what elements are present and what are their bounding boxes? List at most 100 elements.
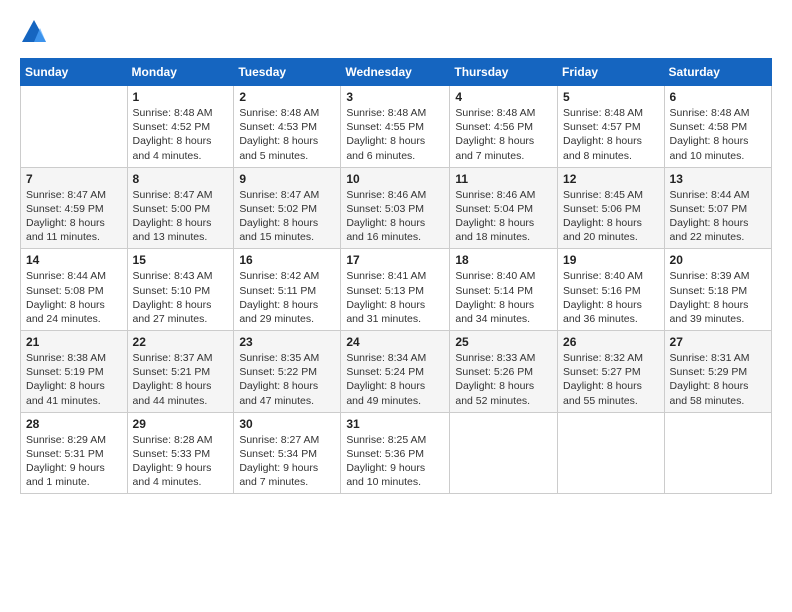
calendar-cell: 1 Sunrise: 8:48 AMSunset: 4:52 PMDaylight…	[127, 86, 234, 168]
calendar-cell	[558, 412, 665, 494]
day-number: 7	[26, 172, 122, 186]
calendar-cell: 24Sunrise: 8:34 AMSunset: 5:24 PMDayligh…	[341, 331, 450, 413]
day-info: Sunrise: 8:28 AMSunset: 5:33 PMDaylight:…	[133, 433, 229, 490]
day-number: 30	[239, 417, 335, 431]
calendar-cell: 13 Sunrise: 8:44 AMSunset: 5:07 PMDayligh…	[664, 167, 771, 249]
calendar-week-row: 7Sunrise: 8:47 AMSunset: 4:59 PMDaylight…	[21, 167, 772, 249]
day-info: Sunrise: 8:48 AMSunset: 4:52 PMDaylight:…	[133, 106, 229, 163]
calendar-cell: 10 Sunrise: 8:46 AMSunset: 5:03 PMDayligh…	[341, 167, 450, 249]
day-number: 16	[239, 253, 335, 267]
day-number: 6	[670, 90, 766, 104]
day-info: Sunrise: 8:47 AMSunset: 5:00 PMDaylight:…	[133, 188, 229, 245]
day-number: 28	[26, 417, 122, 431]
day-info: Sunrise: 8:46 AMSunset: 5:04 PMDaylight:…	[455, 188, 552, 245]
header-day: Wednesday	[341, 59, 450, 86]
calendar-cell: 20 Sunrise: 8:39 AMSunset: 5:18 PMDayligh…	[664, 249, 771, 331]
calendar-cell: 2 Sunrise: 8:48 AMSunset: 4:53 PMDaylight…	[234, 86, 341, 168]
calendar-cell: 16 Sunrise: 8:42 AMSunset: 5:11 PMDayligh…	[234, 249, 341, 331]
calendar-cell: 22Sunrise: 8:37 AMSunset: 5:21 PMDayligh…	[127, 331, 234, 413]
day-number: 25	[455, 335, 552, 349]
calendar-cell: 5 Sunrise: 8:48 AMSunset: 4:57 PMDaylight…	[558, 86, 665, 168]
day-info: Sunrise: 8:34 AMSunset: 5:24 PMDaylight:…	[346, 351, 444, 408]
day-number: 26	[563, 335, 659, 349]
page: SundayMondayTuesdayWednesdayThursdayFrid…	[0, 0, 792, 504]
calendar-cell: 19 Sunrise: 8:40 AMSunset: 5:16 PMDayligh…	[558, 249, 665, 331]
calendar-cell: 15 Sunrise: 8:43 AMSunset: 5:10 PMDayligh…	[127, 249, 234, 331]
day-info: Sunrise: 8:25 AMSunset: 5:36 PMDaylight:…	[346, 433, 444, 490]
day-info: Sunrise: 8:42 AMSunset: 5:11 PMDaylight:…	[239, 269, 335, 326]
calendar-cell: 26 Sunrise: 8:32 AMSunset: 5:27 PMDayligh…	[558, 331, 665, 413]
day-number: 14	[26, 253, 122, 267]
calendar-cell: 31Sunrise: 8:25 AMSunset: 5:36 PMDayligh…	[341, 412, 450, 494]
day-info: Sunrise: 8:33 AMSunset: 5:26 PMDaylight:…	[455, 351, 552, 408]
day-info: Sunrise: 8:31 AMSunset: 5:29 PMDaylight:…	[670, 351, 766, 408]
header	[20, 18, 772, 46]
day-info: Sunrise: 8:32 AMSunset: 5:27 PMDaylight:…	[563, 351, 659, 408]
calendar-cell: 4 Sunrise: 8:48 AMSunset: 4:56 PMDaylight…	[450, 86, 558, 168]
calendar-week-row: 21 Sunrise: 8:38 AMSunset: 5:19 PMDayligh…	[21, 331, 772, 413]
day-number: 8	[133, 172, 229, 186]
logo-icon	[20, 18, 48, 46]
day-number: 29	[133, 417, 229, 431]
calendar-cell: 11 Sunrise: 8:46 AMSunset: 5:04 PMDayligh…	[450, 167, 558, 249]
day-number: 13	[670, 172, 766, 186]
day-number: 2	[239, 90, 335, 104]
calendar-cell: 6 Sunrise: 8:48 AMSunset: 4:58 PMDaylight…	[664, 86, 771, 168]
header-day: Sunday	[21, 59, 128, 86]
day-number: 21	[26, 335, 122, 349]
day-number: 5	[563, 90, 659, 104]
day-info: Sunrise: 8:35 AMSunset: 5:22 PMDaylight:…	[239, 351, 335, 408]
day-number: 1	[133, 90, 229, 104]
day-number: 23	[239, 335, 335, 349]
calendar-cell: 17 Sunrise: 8:41 AMSunset: 5:13 PMDayligh…	[341, 249, 450, 331]
day-info: Sunrise: 8:40 AMSunset: 5:16 PMDaylight:…	[563, 269, 659, 326]
day-info: Sunrise: 8:43 AMSunset: 5:10 PMDaylight:…	[133, 269, 229, 326]
day-info: Sunrise: 8:45 AMSunset: 5:06 PMDaylight:…	[563, 188, 659, 245]
header-day: Thursday	[450, 59, 558, 86]
calendar-cell: 21 Sunrise: 8:38 AMSunset: 5:19 PMDayligh…	[21, 331, 128, 413]
header-day: Monday	[127, 59, 234, 86]
calendar-week-row: 14Sunrise: 8:44 AMSunset: 5:08 PMDayligh…	[21, 249, 772, 331]
day-info: Sunrise: 8:48 AMSunset: 4:55 PMDaylight:…	[346, 106, 444, 163]
day-number: 12	[563, 172, 659, 186]
day-info: Sunrise: 8:48 AMSunset: 4:53 PMDaylight:…	[239, 106, 335, 163]
calendar-cell: 9Sunrise: 8:47 AMSunset: 5:02 PMDaylight…	[234, 167, 341, 249]
day-info: Sunrise: 8:29 AMSunset: 5:31 PMDaylight:…	[26, 433, 122, 490]
day-info: Sunrise: 8:39 AMSunset: 5:18 PMDaylight:…	[670, 269, 766, 326]
logo	[20, 18, 50, 46]
day-info: Sunrise: 8:44 AMSunset: 5:07 PMDaylight:…	[670, 188, 766, 245]
calendar-week-row: 28 Sunrise: 8:29 AMSunset: 5:31 PMDayligh…	[21, 412, 772, 494]
calendar-cell: 3 Sunrise: 8:48 AMSunset: 4:55 PMDaylight…	[341, 86, 450, 168]
day-number: 18	[455, 253, 552, 267]
calendar-cell: 8 Sunrise: 8:47 AMSunset: 5:00 PMDaylight…	[127, 167, 234, 249]
day-number: 4	[455, 90, 552, 104]
day-info: Sunrise: 8:41 AMSunset: 5:13 PMDaylight:…	[346, 269, 444, 326]
day-number: 27	[670, 335, 766, 349]
calendar-cell: 27 Sunrise: 8:31 AMSunset: 5:29 PMDayligh…	[664, 331, 771, 413]
day-info: Sunrise: 8:47 AMSunset: 5:02 PMDaylight:…	[239, 188, 335, 245]
day-number: 11	[455, 172, 552, 186]
day-info: Sunrise: 8:38 AMSunset: 5:19 PMDaylight:…	[26, 351, 122, 408]
calendar-header: SundayMondayTuesdayWednesdayThursdayFrid…	[21, 59, 772, 86]
header-day: Tuesday	[234, 59, 341, 86]
calendar-cell: 14Sunrise: 8:44 AMSunset: 5:08 PMDayligh…	[21, 249, 128, 331]
calendar-table: SundayMondayTuesdayWednesdayThursdayFrid…	[20, 58, 772, 494]
calendar-cell	[21, 86, 128, 168]
day-number: 19	[563, 253, 659, 267]
calendar-cell: 30Sunrise: 8:27 AMSunset: 5:34 PMDayligh…	[234, 412, 341, 494]
day-number: 17	[346, 253, 444, 267]
day-info: Sunrise: 8:40 AMSunset: 5:14 PMDaylight:…	[455, 269, 552, 326]
day-info: Sunrise: 8:48 AMSunset: 4:56 PMDaylight:…	[455, 106, 552, 163]
header-row: SundayMondayTuesdayWednesdayThursdayFrid…	[21, 59, 772, 86]
header-day: Friday	[558, 59, 665, 86]
calendar-cell: 23 Sunrise: 8:35 AMSunset: 5:22 PMDayligh…	[234, 331, 341, 413]
day-number: 10	[346, 172, 444, 186]
calendar-week-row: 1 Sunrise: 8:48 AMSunset: 4:52 PMDaylight…	[21, 86, 772, 168]
day-number: 15	[133, 253, 229, 267]
day-number: 20	[670, 253, 766, 267]
day-info: Sunrise: 8:46 AMSunset: 5:03 PMDaylight:…	[346, 188, 444, 245]
day-number: 3	[346, 90, 444, 104]
day-info: Sunrise: 8:48 AMSunset: 4:58 PMDaylight:…	[670, 106, 766, 163]
calendar-cell: 25 Sunrise: 8:33 AMSunset: 5:26 PMDayligh…	[450, 331, 558, 413]
day-info: Sunrise: 8:48 AMSunset: 4:57 PMDaylight:…	[563, 106, 659, 163]
